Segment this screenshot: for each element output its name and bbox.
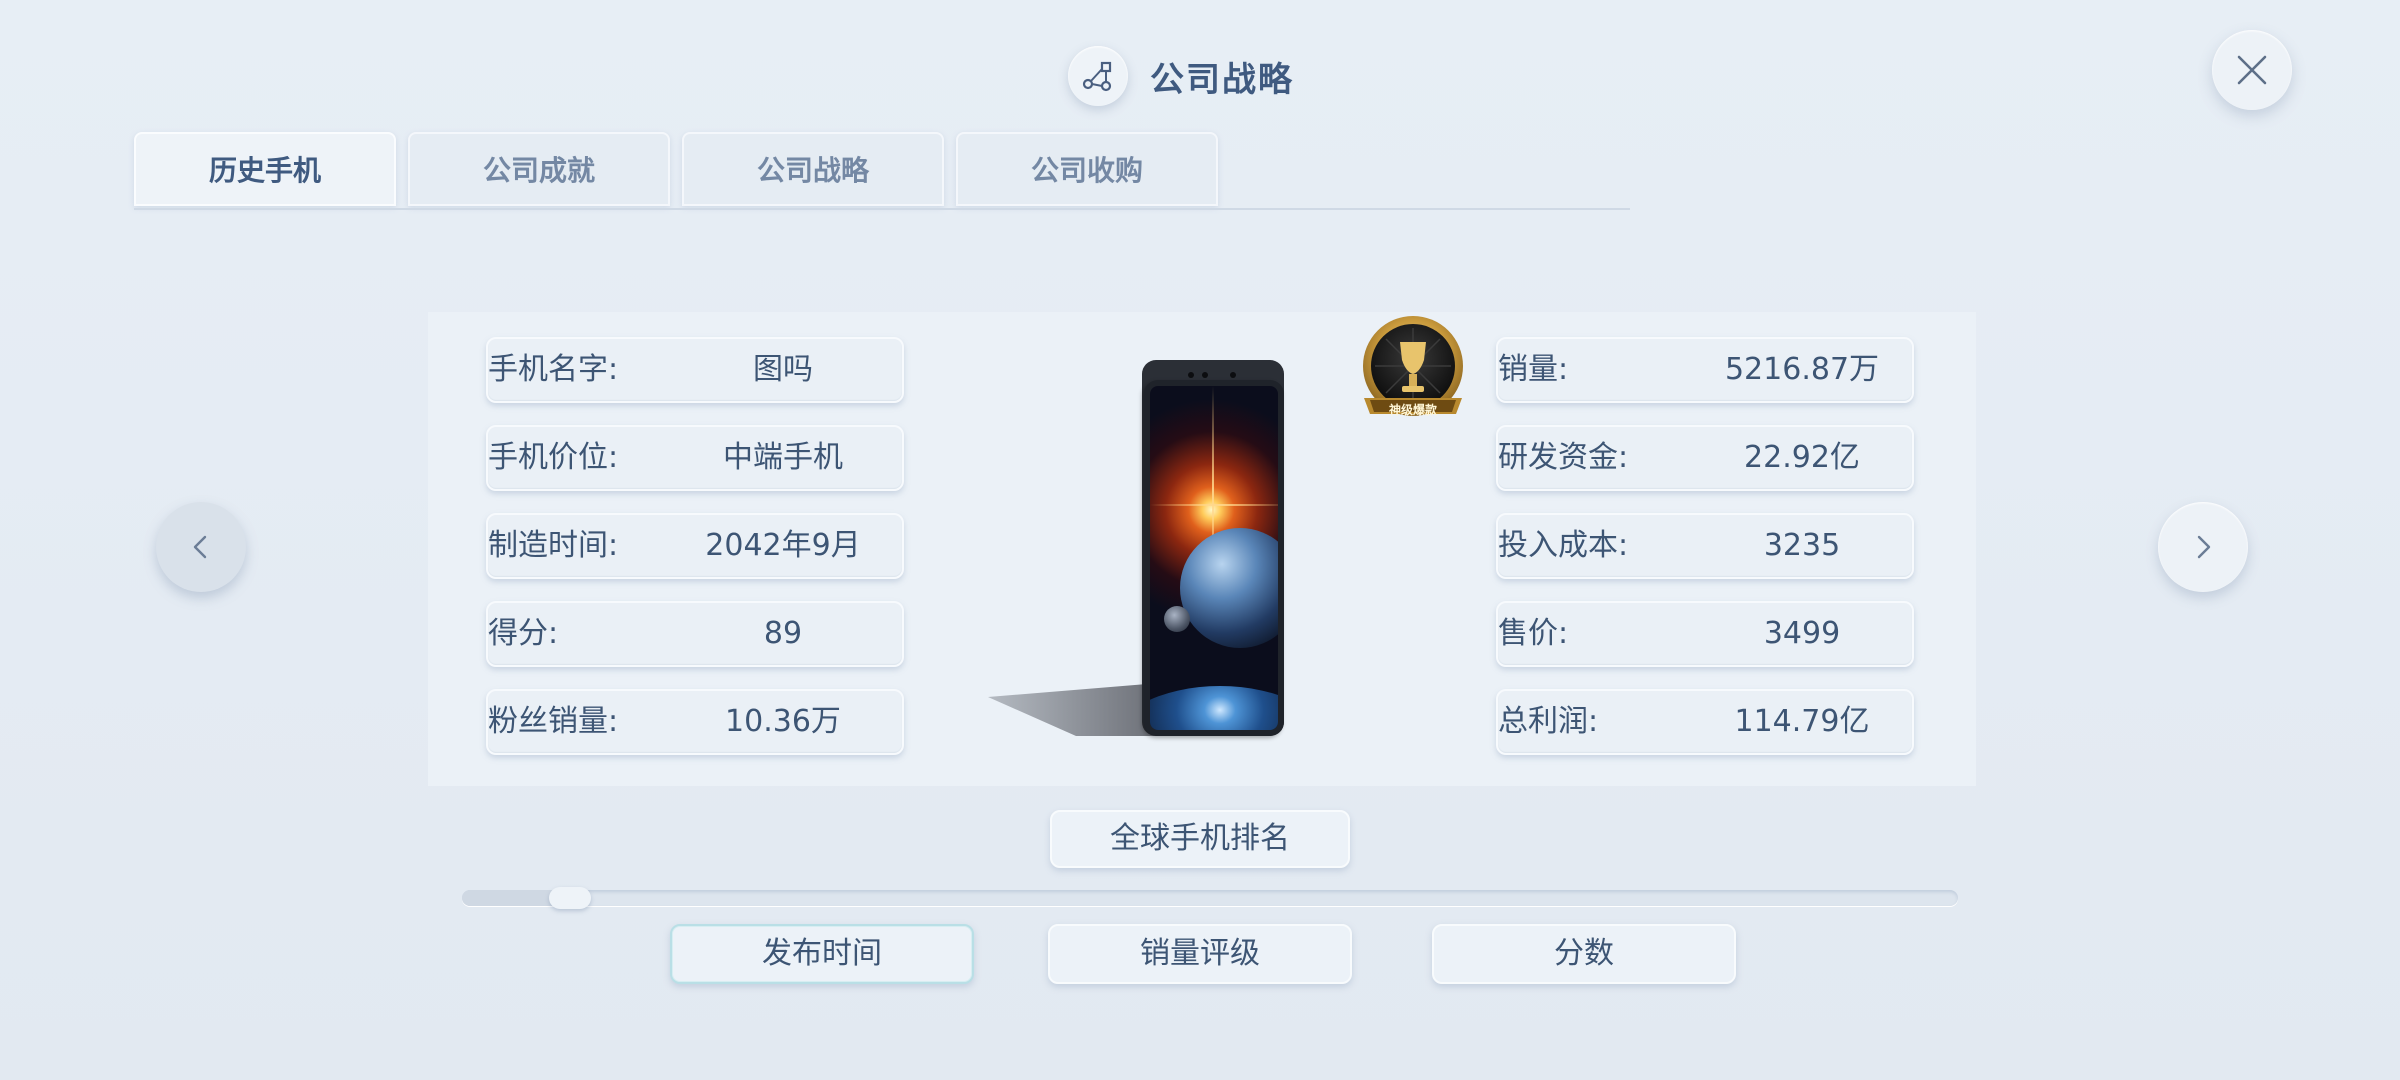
field-label: 制造时间: xyxy=(488,528,619,563)
field-phone-price-tier: 手机价位: 中端手机 xyxy=(486,425,904,491)
field-sales: 销量: 5216.87万 xyxy=(1496,337,1914,403)
field-value: 10.36万 xyxy=(725,704,841,739)
planet xyxy=(1180,528,1278,648)
field-value: 3499 xyxy=(1763,616,1841,651)
field-label: 手机名字: xyxy=(488,352,619,387)
close-button[interactable] xyxy=(2212,30,2292,110)
field-label: 研发资金: xyxy=(1498,440,1629,475)
field-rd-funds: 研发资金: 22.92亿 xyxy=(1496,425,1914,491)
tab-divider xyxy=(134,208,1630,210)
badge-label: 神级爆款 xyxy=(1388,403,1437,417)
field-label: 粉丝销量: xyxy=(488,704,619,739)
phone-screen-wallpaper xyxy=(1150,386,1278,730)
camera-icon xyxy=(1230,372,1236,378)
tab-history-phones[interactable]: 历史手机 xyxy=(134,132,396,206)
field-label: 售价: xyxy=(1498,616,1569,651)
field-value: 114.79亿 xyxy=(1734,704,1870,739)
strategy-node-icon xyxy=(1068,46,1128,106)
phone-history-screen: 公司战略 历史手机 公司成就 公司战略 公司收购 手机名字: 图吗 手机价位: … xyxy=(0,0,2400,1080)
trophy-badge-icon: 神级爆款 xyxy=(1356,314,1470,428)
field-value: 22.92亿 xyxy=(1744,440,1860,475)
slider-thumb[interactable] xyxy=(549,887,591,909)
tab-company-achievements[interactable]: 公司成就 xyxy=(408,132,670,206)
field-value: 中端手机 xyxy=(723,440,843,475)
tab-company-strategy[interactable]: 公司战略 xyxy=(682,132,944,206)
field-score: 得分: 89 xyxy=(486,601,904,667)
camera-icon xyxy=(1202,372,1208,378)
field-sale-price: 售价: 3499 xyxy=(1496,601,1914,667)
camera-icon xyxy=(1188,372,1194,378)
field-label: 销量: xyxy=(1498,352,1569,387)
sort-by-score-button[interactable]: 分数 xyxy=(1432,924,1736,984)
earth-horizon xyxy=(1150,686,1278,730)
field-label: 总利润: xyxy=(1498,704,1599,739)
light-flare xyxy=(1150,504,1278,506)
chevron-left-icon xyxy=(193,535,207,559)
chevron-right-icon xyxy=(2197,535,2211,559)
field-value: 89 xyxy=(763,616,803,651)
field-label: 手机价位: xyxy=(488,440,619,475)
page-title: 公司战略 xyxy=(1150,59,1294,100)
tab-bar: 历史手机 公司成就 公司战略 公司收购 xyxy=(134,132,1230,206)
close-icon xyxy=(2237,55,2267,85)
field-value: 5216.87万 xyxy=(1724,352,1880,387)
field-fan-sales: 粉丝销量: 10.36万 xyxy=(486,689,904,755)
field-phone-name: 手机名字: 图吗 xyxy=(486,337,904,403)
phone-body xyxy=(1144,380,1284,736)
header: 公司战略 xyxy=(1068,44,1294,108)
field-manufacture-date: 制造时间: 2042年9月 xyxy=(486,513,904,579)
phone-image xyxy=(988,358,1300,742)
field-value: 2042年9月 xyxy=(705,528,861,563)
prev-phone-button[interactable] xyxy=(156,502,246,592)
phone-list-slider[interactable] xyxy=(462,887,1958,909)
field-invested-cost: 投入成本: 3235 xyxy=(1496,513,1914,579)
field-total-profit: 总利润: 114.79亿 xyxy=(1496,689,1914,755)
sort-by-release-date-button[interactable]: 发布时间 xyxy=(670,924,974,984)
sort-by-sales-rating-button[interactable]: 销量评级 xyxy=(1048,924,1352,984)
field-value: 3235 xyxy=(1763,528,1841,563)
field-value: 图吗 xyxy=(753,352,813,387)
field-label: 投入成本: xyxy=(1498,528,1629,563)
field-label: 得分: xyxy=(488,616,559,651)
moon xyxy=(1164,606,1190,632)
global-ranking-button[interactable]: 全球手机排名 xyxy=(1050,810,1350,868)
tab-company-acquisitions[interactable]: 公司收购 xyxy=(956,132,1218,206)
next-phone-button[interactable] xyxy=(2158,502,2248,592)
